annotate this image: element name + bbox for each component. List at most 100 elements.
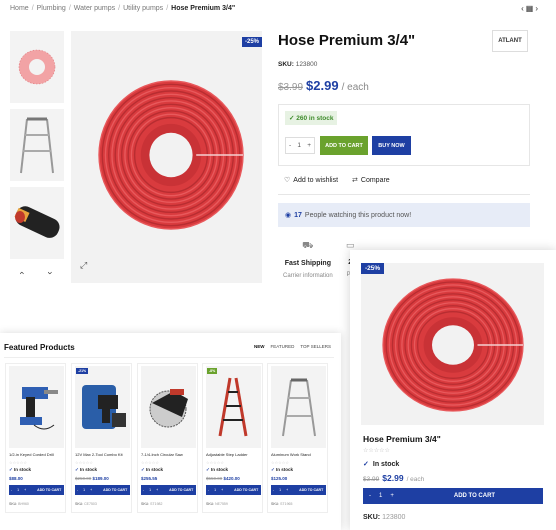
old-price: $250.00 <box>75 476 92 481</box>
grid-icon[interactable]: ▦ <box>526 4 534 13</box>
qty-minus-button[interactable]: - <box>11 488 12 492</box>
breadcrumb-separator: / <box>31 5 34 12</box>
add-to-cart-button[interactable]: ADD TO CART <box>299 488 323 492</box>
thumbnail-insulation[interactable] <box>10 187 64 259</box>
product-sku: SKU: 123800 <box>278 61 317 68</box>
hose-thumbnail-image <box>18 49 56 85</box>
product-card[interactable]: -8% Adjustable Step Ladder ☆☆☆☆☆ ✓ In stock… <box>202 363 263 513</box>
product-card[interactable]: -21% 12V Max 2-Tool Combo Kit ☆☆☆☆☆ ✓ In st… <box>71 363 132 513</box>
product-card[interactable]: 1/2-in Keyed Corded Drill ☆☆☆☆☆ ✓ In stock… <box>5 363 66 513</box>
quantity-stepper[interactable]: - 1 + <box>369 493 394 499</box>
add-to-cart-button[interactable]: ADD TO CART <box>234 488 258 492</box>
product-card-stock: ✓ In stock <box>141 467 163 473</box>
breadcrumb-separator: / <box>68 5 71 12</box>
expand-icon[interactable]: ⤢ <box>80 260 87 271</box>
sku-value: 123800 <box>295 61 318 68</box>
product-card-name[interactable]: 12V Max 2-Tool Combo Kit <box>75 452 123 457</box>
qty-value[interactable]: 1 <box>214 488 216 492</box>
quantity-stepper[interactable]: - 1 + <box>285 137 315 154</box>
qty-value[interactable]: 1 <box>17 488 19 492</box>
feature-title: Fast Shipping <box>284 260 331 267</box>
quickview-title: Hose Premium 3/4" <box>363 434 441 444</box>
wishlist-label: Add to wishlist <box>293 177 339 184</box>
qty-minus-button[interactable]: - <box>208 488 209 492</box>
qty-plus-button[interactable]: + <box>24 488 26 492</box>
add-to-cart-button[interactable]: ADD TO CART <box>169 488 193 492</box>
tab-featured[interactable]: FEATURED <box>270 344 294 349</box>
qty-value[interactable]: 1 <box>279 488 281 492</box>
divider <box>278 194 530 195</box>
compare-link[interactable]: ⇄ Compare <box>352 176 390 184</box>
stock-label: In stock <box>14 467 32 472</box>
product-card-sku: SKU: NE7559 <box>206 502 228 506</box>
tab-new[interactable]: NEW <box>254 344 265 349</box>
rating-stars: ☆☆☆☆☆ <box>75 460 93 465</box>
product-card[interactable]: 7-1/4-Inch Circular Saw ☆☆☆☆☆ ✓ In stock $2… <box>137 363 198 513</box>
add-to-cart-button[interactable]: ADD TO CART <box>320 136 368 155</box>
compare-icon: ⇄ <box>352 177 358 184</box>
thumbnail-up-button[interactable]: ‹ <box>15 266 29 280</box>
product-card-stock: ✓ In stock <box>75 467 97 473</box>
sale-price: $189.00 <box>92 476 109 481</box>
product-title: Hose Premium 3/4" <box>278 32 416 49</box>
qty-plus-button[interactable]: + <box>286 488 288 492</box>
qty-value[interactable]: 1 <box>297 142 301 149</box>
prev-product-icon[interactable]: ‹ <box>521 4 524 13</box>
sale-price: $125.00 <box>271 476 288 481</box>
qty-minus-button[interactable]: - <box>77 488 78 492</box>
add-to-cart-button[interactable]: ADD TO CART <box>103 488 127 492</box>
product-card-image[interactable] <box>75 366 130 448</box>
product-card[interactable]: Aluminum Work Stand ☆☆☆☆☆ ✓ In stock $125.0… <box>267 363 328 513</box>
buy-now-button[interactable]: BUY NOW <box>372 136 411 155</box>
product-page: Home / Plumbing / Water pumps / Utility … <box>0 0 556 530</box>
qty-plus-button[interactable]: + <box>90 488 92 492</box>
qty-value[interactable]: 1 <box>379 493 382 499</box>
feature-fast-shipping: ⛟ Fast Shipping Carrier information <box>283 240 333 279</box>
ladder-thumbnail-image <box>20 117 54 174</box>
qty-value[interactable]: 1 <box>149 488 151 492</box>
qty-plus-button[interactable]: + <box>307 142 311 149</box>
product-card-name[interactable]: 7-1/4-Inch Circular Saw <box>141 452 183 457</box>
product-card-image[interactable] <box>141 366 196 448</box>
add-to-cart-button[interactable]: ADD TO CART <box>37 488 61 492</box>
sku-value: ST1965 <box>280 502 293 506</box>
qty-minus-button[interactable]: - <box>143 488 144 492</box>
thumbnail-hose[interactable] <box>10 31 64 103</box>
brand-logo[interactable]: ATLANT <box>492 30 528 52</box>
stock-status: ✓ 260 in stock <box>285 111 338 125</box>
thumbnail-down-button[interactable]: › <box>43 266 57 280</box>
product-card-price: $250.00 $189.00 <box>75 476 109 481</box>
sku-value: CE7503 <box>84 502 97 506</box>
qty-plus-button[interactable]: + <box>221 488 223 492</box>
qty-plus-button[interactable]: + <box>156 488 158 492</box>
product-card-image[interactable] <box>271 366 326 448</box>
stock-label: In stock <box>211 467 229 472</box>
qty-value[interactable]: 1 <box>83 488 85 492</box>
add-to-cart-button[interactable]: ADD TO CART <box>454 493 495 499</box>
price-unit: / each <box>341 82 369 93</box>
breadcrumb-plumbing[interactable]: Plumbing <box>37 5 66 12</box>
thumbnail-ladder[interactable] <box>10 109 64 181</box>
chevron-up-icon: ‹ <box>17 271 27 275</box>
quickview-image[interactable] <box>361 263 544 425</box>
breadcrumb-home[interactable]: Home <box>10 5 29 12</box>
quickview-card: -25% Hose Premium 3/4" ☆☆☆☆☆ ✓ In stock $… <box>350 250 556 530</box>
breadcrumb-water-pumps[interactable]: Water pumps <box>74 5 115 12</box>
rating-stars: ☆☆☆☆☆ <box>141 460 159 465</box>
next-product-icon[interactable]: › <box>535 4 538 13</box>
qty-minus-button[interactable]: - <box>273 488 274 492</box>
qty-minus-button[interactable]: - <box>289 142 291 149</box>
tab-top-sellers[interactable]: TOP SELLERS <box>300 344 331 349</box>
wishlist-link[interactable]: ♡ Add to wishlist <box>284 176 338 184</box>
product-card-image[interactable] <box>206 366 261 448</box>
qty-minus-button[interactable]: - <box>369 493 371 499</box>
product-card-name[interactable]: Adjustable Step Ladder <box>206 452 248 457</box>
main-product-image[interactable] <box>71 31 262 283</box>
qty-plus-button[interactable]: + <box>390 493 394 499</box>
product-card-image[interactable] <box>9 366 64 448</box>
product-card-name[interactable]: Aluminum Work Stand <box>271 452 311 457</box>
product-card-name[interactable]: 1/2-in Keyed Corded Drill <box>9 452 54 457</box>
rating-stars: ☆☆☆☆☆ <box>271 460 289 465</box>
breadcrumb-utility-pumps[interactable]: Utility pumps <box>123 5 163 12</box>
product-card-price: $255.55 <box>141 476 157 481</box>
